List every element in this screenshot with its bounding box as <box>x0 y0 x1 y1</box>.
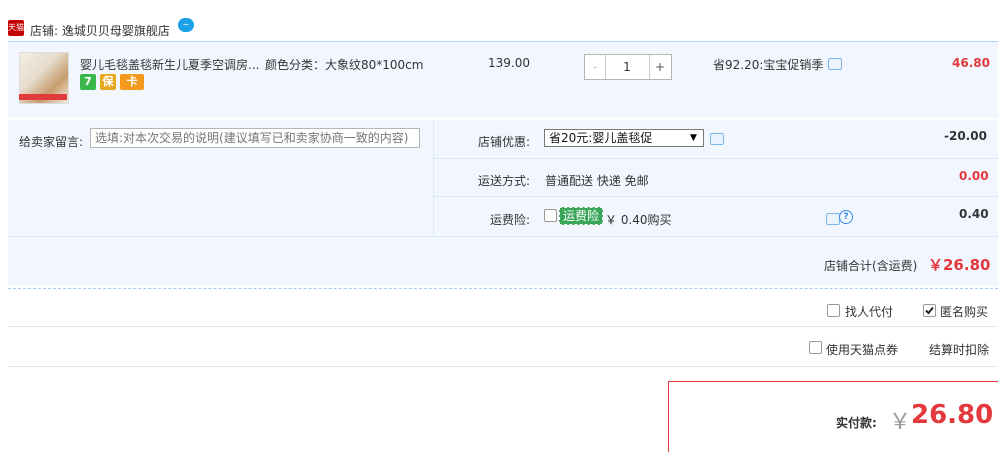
section-separator <box>8 366 998 367</box>
insurance-label: 运费险: <box>490 213 531 227</box>
tmall-logo-icon: 天猫 <box>8 20 24 36</box>
seven-day-return-icon[interactable]: 7 <box>80 74 96 90</box>
shipping-label: 运送方式: <box>478 174 531 188</box>
insurance-tag: 运费险 <box>559 207 604 225</box>
memo-label: 给卖家留言: <box>19 135 84 149</box>
thumbnail-banner <box>19 94 67 100</box>
message-icon[interactable] <box>828 58 842 70</box>
insurance-value: 0.40 <box>959 207 989 221</box>
shop-name-link[interactable]: 店铺: 逸城贝贝母婴旗舰店 <box>30 22 170 39</box>
anonymous-checkbox[interactable] <box>923 304 936 317</box>
shop-discount-label: 店铺优惠: <box>478 135 531 149</box>
section-separator <box>8 288 998 289</box>
shop-total-value: ￥26.80 <box>928 256 991 274</box>
dropdown-arrow-icon[interactable]: ▼ <box>690 129 697 147</box>
shop-total-label: 店铺合计(含运费) <box>824 259 918 273</box>
message-icon[interactable] <box>710 133 724 145</box>
item-subtotal: 46.80 <box>952 56 990 70</box>
unit-price: 139.00 <box>488 56 530 70</box>
payment-label: 实付款: <box>836 416 877 430</box>
wangwang-icon[interactable]: ~ <box>178 18 194 32</box>
currency-symbol: ￥ <box>889 410 912 435</box>
memo-input[interactable] <box>90 128 420 148</box>
tmall-points-checkbox[interactable] <box>809 341 822 354</box>
question-icon[interactable]: ? <box>839 210 853 224</box>
cart-item-row <box>8 41 998 118</box>
checkmark-icon <box>925 306 934 315</box>
card-payment-icon[interactable]: 卡 <box>120 74 144 90</box>
insurance-price: ￥ 0.40购买 <box>605 213 672 227</box>
row-divider <box>434 158 998 159</box>
guarantee-icon[interactable]: 保 <box>100 74 116 90</box>
product-spec: 颜色分类：大象纹80*100cm <box>265 58 424 72</box>
proxy-pay-label[interactable]: 找人代付 <box>845 303 893 320</box>
shop-discount-select[interactable]: 省20元:婴儿盖毯促 <box>544 129 704 147</box>
row-divider <box>434 196 998 197</box>
quantity-plus-button[interactable]: + <box>649 55 670 79</box>
message-icon[interactable] <box>826 213 840 225</box>
section-separator <box>8 326 998 327</box>
shipping-value: 0.00 <box>959 169 989 183</box>
row-divider <box>8 236 998 237</box>
shipping-method: 普通配送 快递 免邮 <box>545 174 649 188</box>
quantity-input[interactable] <box>606 55 648 79</box>
insurance-checkbox[interactable] <box>544 209 557 222</box>
product-title[interactable]: 婴儿毛毯盖毯新生儿夏季空调房... <box>80 56 260 73</box>
shop-discount-value: -20.00 <box>944 129 987 143</box>
deduct-note: 结算时扣除 <box>929 343 990 357</box>
panel-divider <box>433 120 434 236</box>
anonymous-label[interactable]: 匿名购买 <box>940 303 988 320</box>
payment-amount: 26.80 <box>911 400 994 430</box>
tmall-points-label[interactable]: 使用天猫点券 <box>826 341 898 358</box>
promotion-text: 省92.20:宝宝促销季 <box>713 58 824 72</box>
proxy-pay-checkbox[interactable] <box>827 304 840 317</box>
quantity-minus-button[interactable]: - <box>585 55 606 79</box>
